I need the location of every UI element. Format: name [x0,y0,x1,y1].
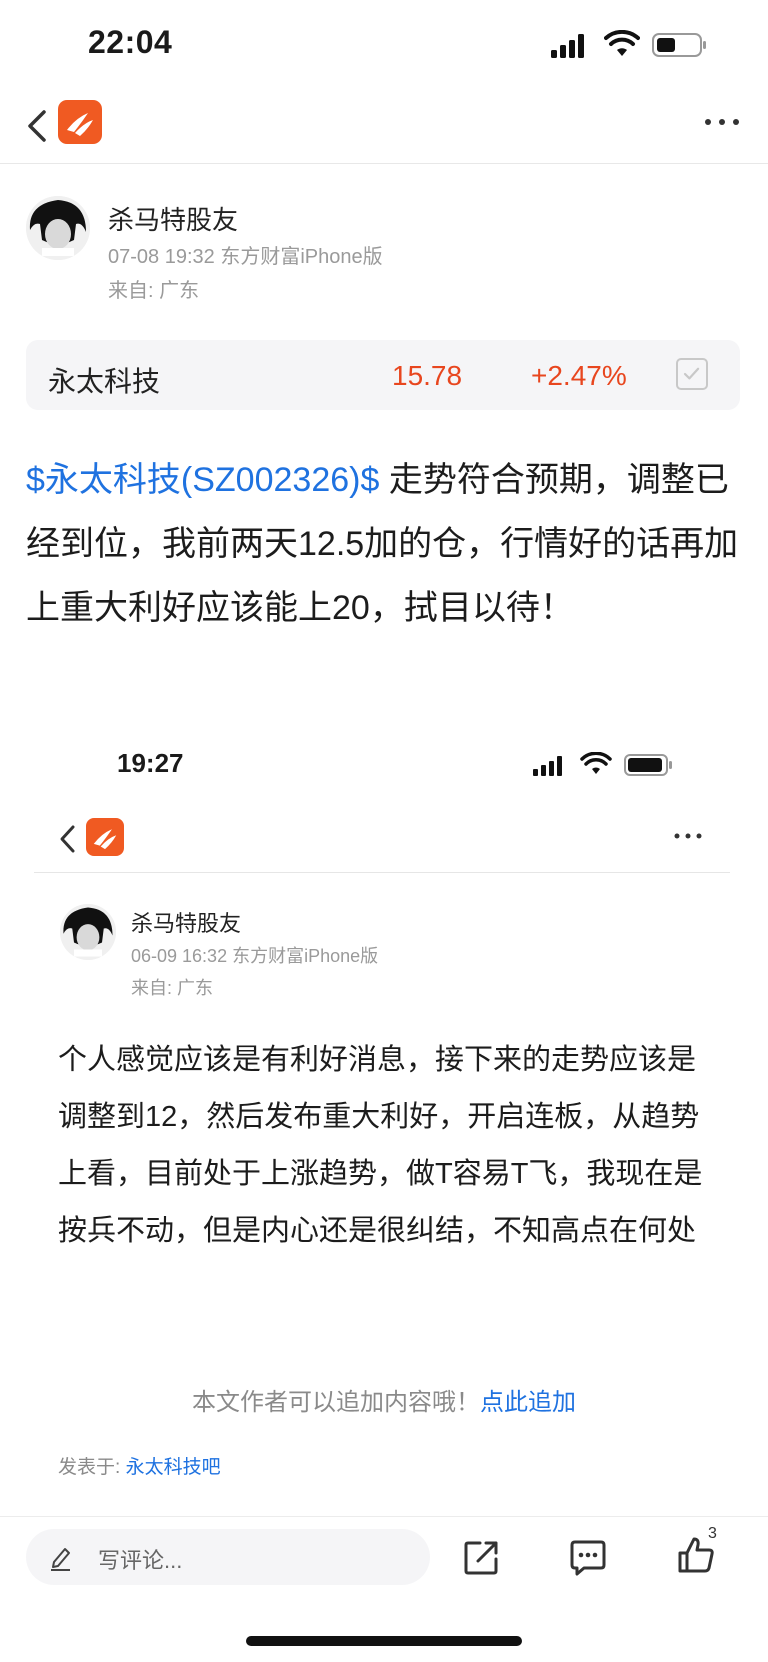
embedded-posted-label: 发表于: [58,1457,126,1478]
embedded-battery-icon [624,754,672,776]
embedded-app-logo-icon [86,818,124,856]
stock-link[interactable]: $永太科技(SZ002326)$ [26,461,379,499]
pencil-icon [51,1548,70,1571]
embedded-wifi-icon [580,752,612,774]
embedded-more-icon [674,833,702,839]
nav-bar [0,92,768,164]
more-icon[interactable] [700,112,744,132]
signal-icon [551,34,584,58]
comment-input[interactable]: 写评论... [26,1529,430,1585]
status-time: 22:04 [88,24,173,60]
embedded-divider [34,872,730,873]
embedded-post-body: 个人感觉应该是有利好消息，接下来的走势应该是调整到12，然后发布重大利好，开启连… [58,1044,703,1247]
post-location: 来自: 广东 [108,280,200,302]
comment-placeholder: 写评论... [98,1548,183,1573]
embedded-signal-icon [533,756,562,776]
stock-change: +2.47% [531,360,627,391]
embedded-post-location: 来自: 广东 [131,978,214,998]
embedded-author-name: 杀马特股友 [131,911,242,936]
embedded-posted-in: 发表于: 永太科技吧 [58,1452,221,1479]
embedded-post-meta: 06-09 16:32 东方财富iPhone版 [131,946,379,966]
embedded-avatar [60,904,116,960]
author-name[interactable]: 杀马特股友 [108,200,238,237]
wifi-icon [604,30,640,56]
stock-price: 15.78 [392,360,463,391]
like-count: 3 [708,1525,717,1542]
avatar[interactable] [26,196,90,260]
checkbox-icon[interactable] [676,358,708,390]
home-indicator [246,1636,522,1646]
comment-icon[interactable] [568,1539,608,1577]
embedded-forum-link: 永太科技吧 [125,1457,221,1478]
back-icon[interactable] [22,106,52,146]
author-header: 杀马特股友 07-08 19:32 东方财富iPhone版 来自: 广东 [26,196,726,306]
stock-card[interactable]: 永太科技 15.78 +2.47% [26,340,740,410]
post-body: $永太科技(SZ002326)$ 走势符合预期，调整已经到位，我前两天12.5加… [26,448,740,640]
embedded-append-prompt: 本文作者可以追加内容哦！点此追加 [0,1382,768,1417]
share-icon[interactable] [462,1537,502,1577]
embedded-status-time: 19:27 [117,748,184,778]
post-meta: 07-08 19:32 东方财富iPhone版 [108,246,383,268]
battery-icon [652,33,706,57]
embedded-back-icon [60,825,75,853]
status-bar: 22:04 [0,0,768,92]
app-logo-icon[interactable] [58,100,102,144]
embedded-append-link: 点此追加 [480,1389,576,1416]
embedded-append-text: 本文作者可以追加内容哦！ [192,1389,480,1416]
stock-name: 永太科技 [48,366,161,397]
